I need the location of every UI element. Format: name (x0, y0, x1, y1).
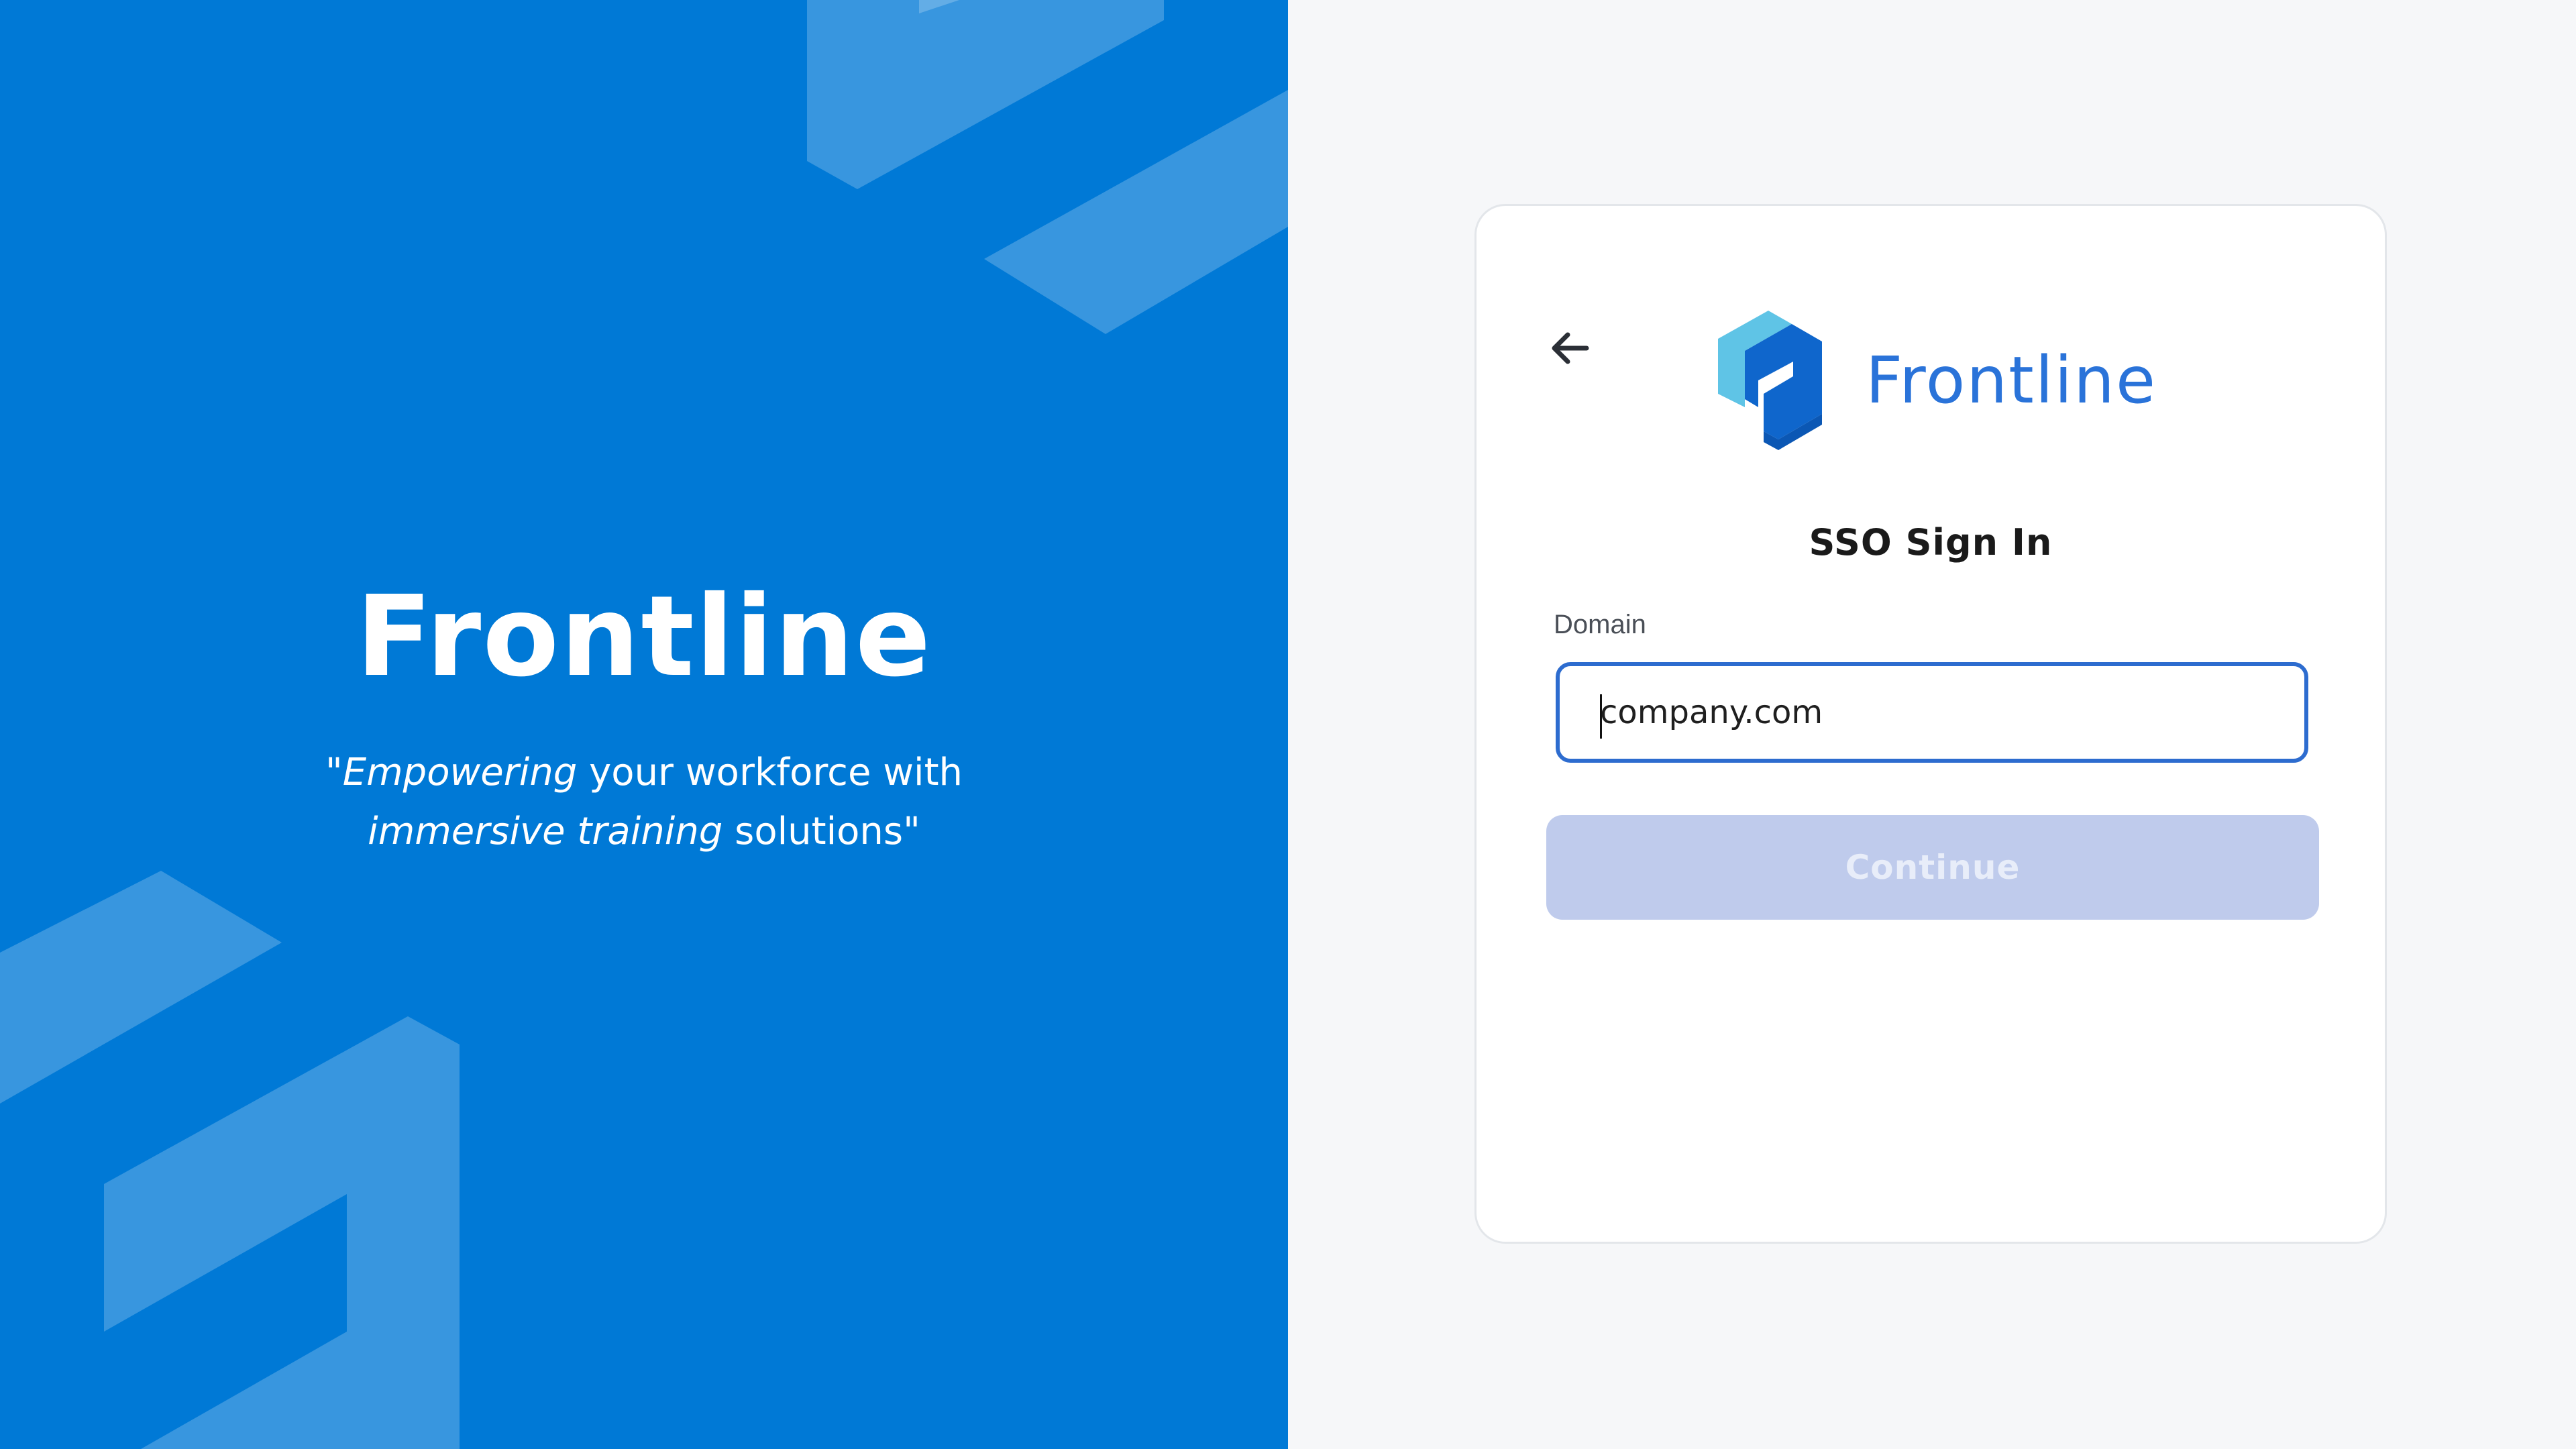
continue-button[interactable]: Continue (1546, 815, 2319, 920)
domain-label: Domain (1554, 610, 1646, 639)
domain-input-wrapper (1556, 662, 2308, 763)
tagline-mid: your workforce with (577, 751, 963, 794)
arrow-left-icon (1552, 332, 1589, 364)
brand-panel: Frontline "Empowering your workforce wit… (0, 0, 1288, 1449)
back-button[interactable] (1544, 321, 1597, 375)
tagline-emphasis-1: Empowering (342, 751, 578, 794)
hero-tagline: "Empowering your workforce with immersiv… (0, 743, 1288, 861)
frontline-logo-icon (1718, 311, 1822, 450)
hero: Frontline "Empowering your workforce wit… (0, 570, 1288, 861)
hero-title: Frontline (356, 572, 932, 702)
tagline-quote-open: " (325, 751, 343, 794)
page-heading: SSO Sign In (1809, 521, 2053, 564)
domain-input[interactable] (1560, 666, 2304, 759)
tagline-emphasis-2: immersive training (368, 810, 723, 853)
sso-login-page: Frontline "Empowering your workforce wit… (0, 0, 2576, 1449)
brand-name: Frontline (1866, 343, 2157, 418)
sso-card: Frontline SSO Sign In Domain Continue (1474, 204, 2387, 1244)
tagline-end: solutions" (722, 810, 920, 853)
brand-lockup: Frontline (1705, 300, 2157, 461)
form-panel: Frontline SSO Sign In Domain Continue (1288, 0, 2576, 1449)
text-caret (1600, 694, 1602, 739)
